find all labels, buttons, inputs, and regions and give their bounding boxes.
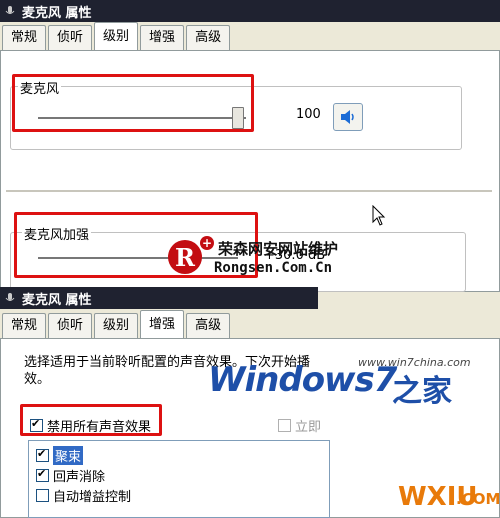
tab-advanced[interactable]: 高级: [186, 313, 231, 338]
checkbox-unchecked-icon[interactable]: [278, 419, 291, 432]
effect-label: 回声消除: [53, 470, 106, 485]
checkbox-checked-icon[interactable]: [36, 447, 49, 462]
tab-listen[interactable]: 侦听: [48, 313, 93, 338]
tab-advanced[interactable]: 高级: [186, 25, 231, 50]
microphone-icon: [5, 6, 15, 14]
mute-button[interactable]: [333, 103, 363, 131]
dialog1-tabs: 常规 侦听 级别 增强 高级: [2, 22, 232, 51]
tab-listen[interactable]: 侦听: [48, 25, 93, 50]
tab-levels[interactable]: 级别: [94, 22, 139, 51]
checkbox-checked-icon[interactable]: [36, 467, 49, 482]
tab-general[interactable]: 常规: [2, 313, 47, 338]
mic-level-value: 100: [296, 107, 321, 122]
tab-levels[interactable]: 级别: [94, 313, 139, 338]
mouse-cursor-icon: [372, 205, 386, 226]
tab-enhancements[interactable]: 增强: [140, 25, 185, 50]
section-separator: [6, 190, 492, 192]
mic-level-highlight: [12, 74, 254, 132]
speaker-icon: [341, 110, 354, 124]
immediate-mode-checkbox[interactable]: 立即: [278, 416, 321, 435]
microphone-icon: [5, 293, 15, 301]
windows7-logo-cn: 之家: [392, 374, 452, 409]
watermark-site-text: Rongsen.Com.Cn: [214, 260, 333, 276]
effect-label: 聚束: [53, 446, 84, 465]
tab-general[interactable]: 常规: [2, 25, 47, 50]
dialog1-titlebar[interactable]: 麦克风 属性: [0, 0, 500, 22]
dialog2-tabs: 常规 侦听 级别 增强 高级: [2, 310, 232, 339]
disable-all-highlight: [20, 404, 162, 436]
dialog2-titlebar[interactable]: 麦克风 属性: [0, 287, 318, 309]
checkbox-unchecked-icon[interactable]: [36, 489, 49, 502]
watermark-cn-text: 荣森网安网站维护: [218, 240, 339, 258]
list-item[interactable]: 聚束: [36, 446, 84, 465]
dialog2-title: 麦克风 属性: [22, 292, 92, 308]
windows7-logo: Windows7: [208, 360, 397, 400]
plus-icon: +: [200, 236, 214, 250]
list-item[interactable]: 自动增益控制: [36, 486, 131, 505]
wxiu-logo-suffix: .COM: [456, 490, 500, 508]
dialog1-title: 麦克风 属性: [22, 5, 92, 21]
list-item[interactable]: 回声消除: [36, 466, 105, 485]
tab-enhancements[interactable]: 增强: [140, 310, 185, 339]
immediate-label: 立即: [295, 420, 322, 435]
effect-label: 自动增益控制: [53, 490, 132, 505]
rongsen-logo-icon: R: [168, 240, 202, 274]
